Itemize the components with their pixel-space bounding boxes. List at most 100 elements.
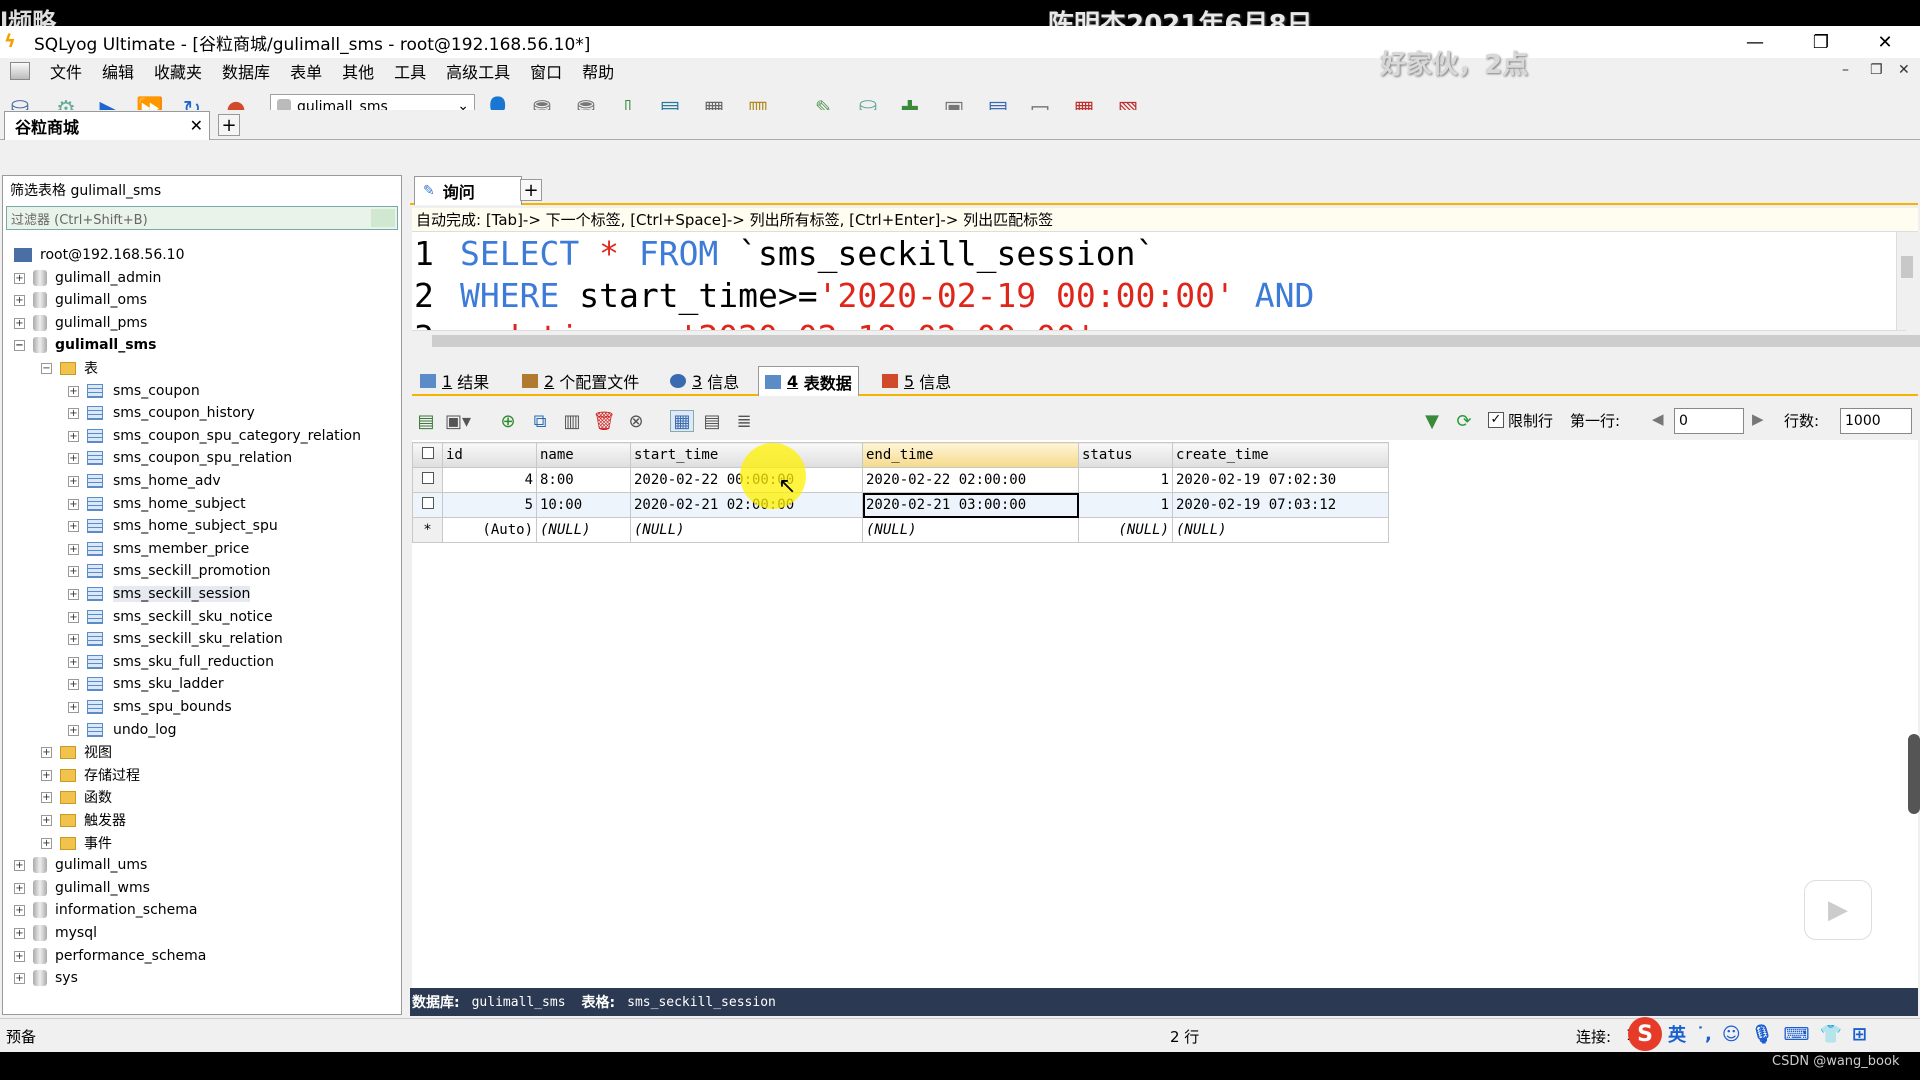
menu-tools[interactable]: 工具 [384, 59, 436, 83]
menu-advanced-tools[interactable]: 高级工具 [436, 59, 520, 83]
expand-icon[interactable]: + [68, 678, 79, 690]
system-menu-icon[interactable] [10, 62, 30, 80]
expand-icon[interactable]: + [14, 272, 25, 284]
cell-id[interactable]: 5 [442, 492, 537, 518]
cell-end-time-selected[interactable]: 2020-02-21 03:00:00 [862, 492, 1079, 518]
limit-rows-checkbox[interactable]: ✓ [1488, 412, 1504, 428]
expand-icon[interactable]: + [41, 746, 52, 758]
play-icon[interactable]: ▶ [1804, 880, 1872, 940]
tree-database[interactable]: + gulimall_ums [14, 854, 147, 876]
tree-table[interactable]: + sms_seckill_session [68, 583, 251, 605]
column-header-id[interactable]: id [442, 442, 537, 468]
expand-icon[interactable]: + [14, 927, 25, 939]
tree-table[interactable]: + sms_member_price [68, 538, 249, 560]
tab-result[interactable]: 1 结果 [414, 366, 495, 396]
tree-table[interactable]: + sms_coupon_spu_category_relation [68, 425, 361, 447]
expand-icon[interactable]: + [68, 543, 79, 555]
new-connection-tab-button[interactable]: + [218, 114, 240, 136]
column-header-name[interactable]: name [536, 442, 631, 468]
tree-folder[interactable]: + 存储过程 [41, 764, 140, 786]
expand-icon[interactable]: + [14, 317, 25, 329]
row-checkbox[interactable] [412, 492, 443, 518]
expand-icon[interactable]: + [68, 611, 79, 623]
tree-table[interactable]: + sms_coupon_spu_relation [68, 447, 292, 469]
cell-create-time[interactable]: (NULL) [1172, 517, 1389, 543]
sql-editor[interactable]: 1 SELECT * FROM `sms_seckill_session` 2 WH… [412, 232, 1906, 330]
rows-count-input[interactable]: 1000 [1840, 408, 1912, 434]
cell-start-time[interactable]: (NULL) [630, 517, 863, 543]
column-header-status[interactable]: status [1078, 442, 1173, 468]
column-header-create-time[interactable]: create_time [1172, 442, 1389, 468]
menu-favorites[interactable]: 收藏夹 [144, 59, 212, 83]
emoji-icon[interactable]: ☺ [1722, 1024, 1741, 1045]
side-scroll-handle[interactable] [1908, 734, 1920, 814]
close-button[interactable]: ✕ [1854, 26, 1916, 58]
menu-table[interactable]: 表单 [280, 59, 332, 83]
menu-edit[interactable]: 编辑 [92, 59, 144, 83]
tree-database[interactable]: + sys [14, 967, 78, 989]
expand-icon[interactable]: + [68, 565, 79, 577]
cell-name[interactable]: 10:00 [536, 492, 631, 518]
editor-vertical-scrollbar[interactable] [1896, 232, 1916, 330]
tab-profiler[interactable]: 2 个配置文件 [516, 366, 645, 396]
cell-status[interactable]: 1 [1078, 467, 1173, 493]
menu-window[interactable]: 窗口 [520, 59, 572, 83]
refresh-data-icon[interactable]: ⟳ [1452, 410, 1476, 432]
tree-table[interactable]: + sms_spu_bounds [68, 696, 232, 718]
expand-icon[interactable]: + [68, 701, 79, 713]
cell-end-time[interactable]: 2020-02-22 02:00:00 [862, 467, 1079, 493]
menu-help[interactable]: 帮助 [572, 59, 624, 83]
tree-table[interactable]: + sms_seckill_sku_relation [68, 628, 283, 650]
expand-icon[interactable]: + [14, 972, 25, 984]
new-query-tab-button[interactable]: + [520, 179, 542, 201]
cell-create-time[interactable]: 2020-02-19 07:03:12 [1172, 492, 1389, 518]
tree-folder[interactable]: + 视图 [41, 741, 112, 763]
cell-status[interactable]: (NULL) [1078, 517, 1173, 543]
tree-table[interactable]: + sms_sku_ladder [68, 673, 224, 695]
expand-icon[interactable]: + [14, 882, 25, 894]
connection-tab[interactable]: 谷粒商城 ✕ [4, 111, 210, 140]
collapse-icon[interactable]: − [14, 339, 25, 351]
tree-table[interactable]: + undo_log [68, 719, 177, 741]
delete-icon[interactable]: 🗑 [592, 410, 616, 432]
cancel-changes-icon[interactable]: ⊗ [624, 410, 648, 432]
insert-row-icon[interactable]: ⊕ [496, 410, 520, 432]
tree-database[interactable]: + information_schema [14, 899, 198, 921]
save-icon[interactable]: ▥ [560, 410, 584, 432]
table-row[interactable]: 4 8:00 2020-02-22 00:00:00 2020-02-22 02… [412, 467, 1389, 493]
punctuation-icon[interactable]: ˙, [1696, 1024, 1712, 1045]
table-row[interactable]: 5 10:00 2020-02-21 02:00:00 2020-02-21 0… [412, 492, 1389, 518]
collapse-icon[interactable]: − [41, 362, 52, 374]
expand-icon[interactable]: + [41, 814, 52, 826]
column-header-end-time[interactable]: end_time [862, 442, 1079, 468]
text-view-icon[interactable]: ≣ [732, 410, 756, 432]
export-icon[interactable]: ▤ [414, 410, 438, 432]
tree-table[interactable]: + sms_seckill_sku_notice [68, 606, 273, 628]
cell-end-time[interactable]: (NULL) [862, 517, 1079, 543]
tree-database[interactable]: + gulimall_admin [14, 267, 161, 289]
mdi-minimize-icon[interactable]: – [1842, 62, 1849, 78]
tree-table[interactable]: + sms_coupon_history [68, 402, 255, 424]
form-view-icon[interactable]: ▤ [700, 410, 724, 432]
toolbox-icon[interactable]: ⊞ [1852, 1024, 1867, 1045]
maximize-button[interactable]: ❐ [1790, 26, 1852, 58]
tree-table[interactable]: + sms_sku_full_reduction [68, 651, 274, 673]
expand-icon[interactable]: + [68, 452, 79, 464]
tree-database[interactable]: + mysql [14, 922, 97, 944]
duplicate-row-icon[interactable]: ⧉ [528, 410, 552, 432]
query-tab[interactable]: ✎ 询问 [414, 176, 522, 205]
expand-icon[interactable]: + [68, 385, 79, 397]
filter-icon[interactable]: ▼ [1420, 410, 1444, 432]
tree-database[interactable]: + performance_schema [14, 945, 206, 967]
expand-icon[interactable]: + [68, 475, 79, 487]
expand-icon[interactable]: + [68, 633, 79, 645]
new-row[interactable]: * (Auto) (NULL) (NULL) (NULL) (NULL) (NU… [412, 517, 1389, 543]
expand-icon[interactable]: + [14, 950, 25, 962]
select-all-checkbox[interactable] [412, 442, 443, 468]
expand-icon[interactable]: + [68, 498, 79, 510]
tree-table[interactable]: + sms_seckill_promotion [68, 560, 271, 582]
expand-icon[interactable]: + [68, 724, 79, 736]
expand-icon[interactable]: + [68, 520, 79, 532]
expand-icon[interactable]: + [68, 588, 79, 600]
expand-icon[interactable]: + [68, 407, 79, 419]
